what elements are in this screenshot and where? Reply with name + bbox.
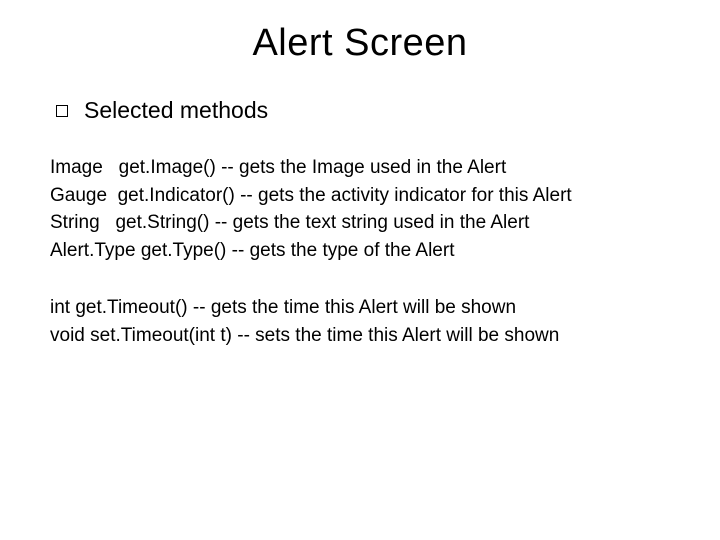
method-line: String get.String() -- gets the text str…: [50, 209, 670, 237]
method-line: Alert.Type get.Type() -- gets the type o…: [50, 237, 670, 265]
method-line: int get.Timeout() -- gets the time this …: [50, 294, 670, 322]
slide: Alert Screen Selected methods Image get.…: [0, 0, 720, 540]
method-line: Image get.Image() -- gets the Image used…: [50, 154, 670, 182]
method-block-1: Image get.Image() -- gets the Image used…: [50, 154, 670, 264]
square-bullet-icon: [56, 105, 68, 117]
slide-title: Alert Screen: [50, 22, 670, 65]
method-block-2: int get.Timeout() -- gets the time this …: [50, 294, 670, 349]
method-line: Gauge get.Indicator() -- gets the activi…: [50, 182, 670, 210]
bullet-text: Selected methods: [84, 97, 268, 124]
method-line: void set.Timeout(int t) -- sets the time…: [50, 322, 670, 350]
bullet-row: Selected methods: [56, 97, 670, 124]
